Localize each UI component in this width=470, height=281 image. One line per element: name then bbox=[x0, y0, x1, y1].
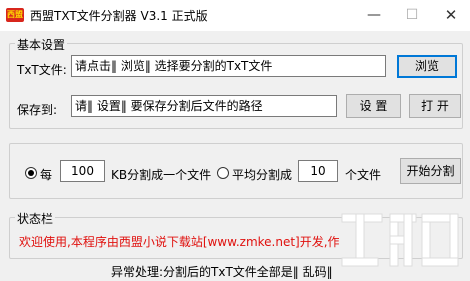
app-icon: 西盟 bbox=[6, 8, 24, 22]
open-button[interactable]: 打 开 bbox=[409, 94, 461, 118]
even-split-suffix: 个文件 bbox=[345, 168, 382, 182]
watermark-logo bbox=[341, 213, 459, 267]
browse-button[interactable]: 浏览 bbox=[397, 55, 457, 78]
maximize-button[interactable]: ☐ bbox=[393, 0, 431, 31]
window-title: 西盟TXT文件分割器 V3.1 正式版 bbox=[30, 9, 208, 23]
per-kb-input[interactable]: 100 bbox=[60, 160, 105, 182]
per-kb-suffix: KB分割成一个文件 bbox=[111, 168, 212, 182]
per-kb-label: 每 bbox=[40, 168, 53, 182]
even-split-label: 平均分割成 bbox=[232, 168, 293, 182]
status-legend: 状态栏 bbox=[15, 210, 56, 227]
close-button[interactable]: ✕ bbox=[432, 0, 470, 31]
even-count-input[interactable]: 10 bbox=[298, 160, 338, 182]
txt-file-input[interactable]: 请点击‖ 浏览‖ 选择要分割的TxT文件 bbox=[71, 55, 386, 77]
save-to-label: 保存到: bbox=[17, 103, 58, 117]
minimize-button[interactable]: — bbox=[355, 0, 393, 31]
set-button[interactable]: 设 置 bbox=[346, 94, 401, 118]
even-split-radio[interactable] bbox=[217, 167, 229, 179]
txt-file-label: TxT文件: bbox=[17, 63, 67, 77]
basic-settings-legend: 基本设置 bbox=[15, 36, 68, 53]
exception-note: 异常处理:分割后的TxT文件全部是‖ 乱码‖ bbox=[111, 265, 333, 279]
start-split-button[interactable]: 开始分割 bbox=[400, 158, 461, 184]
per-kb-radio[interactable] bbox=[25, 167, 37, 179]
status-message: 欢迎使用,本程序由西盟小说下载站[www.zmke.net]开发,作者 bbox=[19, 235, 339, 249]
save-path-input[interactable]: 请‖ 设置‖ 要保存分割后文件的路径 bbox=[71, 95, 337, 117]
